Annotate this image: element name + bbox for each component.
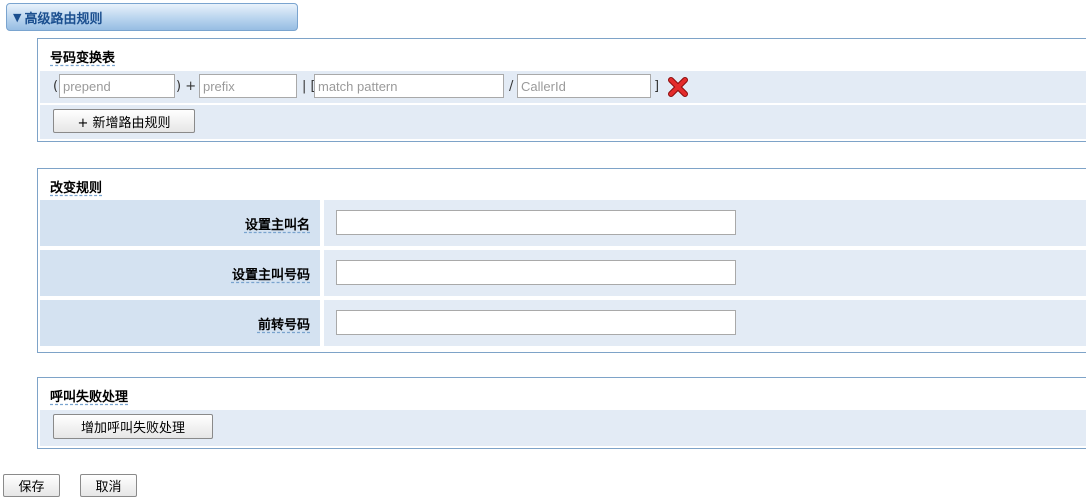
callerid-input[interactable] xyxy=(517,74,651,98)
slash: / xyxy=(509,79,514,94)
match-pattern-input[interactable] xyxy=(314,74,504,98)
prefix-input[interactable] xyxy=(199,74,297,98)
caller-number-label: 设置主叫号码 xyxy=(40,250,320,296)
add-routing-rule-button[interactable]: + 新增路由规则 xyxy=(53,109,195,133)
forward-number-label: 前转号码 xyxy=(40,300,320,346)
prepend-input[interactable] xyxy=(59,74,175,98)
caller-name-cell xyxy=(324,200,1086,246)
call-failure-box: 呼叫失败处理 增加呼叫失败处理 xyxy=(37,377,1086,449)
cancel-button[interactable]: 取消 xyxy=(80,474,137,497)
forward-number-cell xyxy=(324,300,1086,346)
caller-name-input[interactable] xyxy=(336,210,736,235)
call-failure-title: 呼叫失败处理 xyxy=(50,390,129,405)
forward-number-input[interactable] xyxy=(336,310,736,335)
transform-rule-row: ( ) + | [ / ] xyxy=(40,71,1086,103)
add-call-failure-button[interactable]: 增加呼叫失败处理 xyxy=(53,414,213,439)
add-rule-row: + 新增路由规则 xyxy=(40,105,1086,139)
number-transform-title: 号码变换表 xyxy=(50,51,116,66)
triangle-down-icon[interactable]: ▼ xyxy=(13,11,21,24)
section-title: 高级路由规则 xyxy=(24,11,103,27)
caller-name-label: 设置主叫名 xyxy=(40,200,320,246)
caller-number-input[interactable] xyxy=(336,260,736,285)
caller-number-cell xyxy=(324,250,1086,296)
change-rules-title: 改变规则 xyxy=(50,181,103,196)
close-bracket: ] xyxy=(654,79,660,94)
change-rules-box: 改变规则 设置主叫名 设置主叫号码 前转号码 xyxy=(37,168,1086,353)
open-paren: ( xyxy=(53,79,59,94)
call-failure-row: 增加呼叫失败处理 xyxy=(40,410,1086,446)
number-transform-box: 号码变换表 ( ) + | [ / ] + 新增路由规则 xyxy=(37,38,1086,142)
plus-sign: ) + xyxy=(176,79,197,94)
save-button[interactable]: 保存 xyxy=(3,474,60,497)
section-header-advanced-routing[interactable]: ▼ 高级路由规则 xyxy=(6,3,298,31)
red-x-delete-icon[interactable] xyxy=(668,77,688,97)
